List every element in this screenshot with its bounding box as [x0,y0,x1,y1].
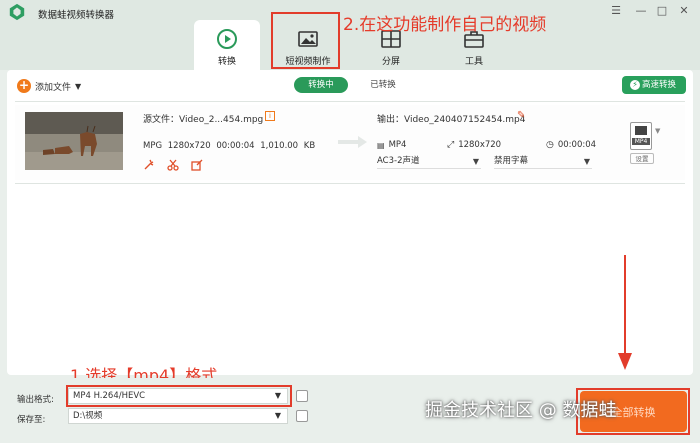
source-resolution: 1280x720 [167,141,211,151]
minimize-icon[interactable]: — [633,4,649,18]
source-size: 1,010.00 KB [260,141,316,151]
arrow-right-icon [338,136,367,148]
bottom-bar: 输出格式: MP4 H.264/HEVC ▼ 保存至: D:\视频 ▼ 全部转换… [0,378,700,443]
add-file-button[interactable]: + 添加文件 ▼ [17,78,81,94]
settings-button[interactable]: 设置 [630,153,654,164]
subtitle-select[interactable]: 禁用字幕 ▼ [494,155,592,169]
chevron-down-icon[interactable]: ▼ [75,82,81,91]
tab-convert[interactable]: 转换 [194,20,260,70]
lightning-icon: ⚡ [630,80,640,90]
film-icon: ▤ [377,140,385,150]
plus-icon: + [17,78,31,93]
output-resolution: ⤢ 1280x720 [447,140,501,150]
tab-converted[interactable]: 已转换 [363,77,403,93]
tab-split-screen-label: 分屏 [381,57,400,67]
magic-wand-icon[interactable] [143,159,155,171]
subtitle-value: 禁用字幕 [494,156,529,166]
scissors-icon[interactable] [167,159,179,171]
tab-tools-label: 工具 [464,57,483,67]
source-file-name: 源文件：Video_2...454.mpg [143,115,264,125]
save-to-label: 保存至: [17,415,46,425]
output-format: ▤ MP4 [377,140,406,150]
format-settings-icon[interactable] [296,390,308,402]
info-icon[interactable]: i [265,111,275,121]
tab-convert-label: 转换 [217,57,236,67]
format-badge: MP4 [632,138,650,145]
divider [15,183,685,184]
app-title: 数据蛙视频转换器 [38,10,115,21]
output-format-value: MP4 [388,140,407,150]
watermark: 掘金技术社区 @ 数据蛙 [425,400,617,421]
output-format-label: 输出格式: [17,395,54,405]
add-file-label: 添加文件 [35,82,72,93]
chevron-down-icon: ▼ [583,157,590,166]
audio-track-value: AC3-2声道 [377,156,420,166]
source-meta: MPG 1280x720 00:00:04 1,010.00 KB [143,141,315,151]
app-logo-icon [9,3,25,21]
chevron-down-icon: ▼ [274,411,281,420]
output-format-icon[interactable]: MP4 [630,122,652,150]
annotation-step2: 2.在这功能制作自己的视频 [343,15,547,35]
edit-tools [143,159,203,171]
main-panel: + 添加文件 ▼ 转换中 已转换 ⚡ 高速转换 源文件：Video_2...454… [7,70,693,375]
save-to-select[interactable]: D:\视频 ▼ [68,408,288,424]
output-resolution-value: 1280x720 [458,140,502,150]
folder-icon[interactable] [296,410,308,422]
file-row: 源文件：Video_2...454.mpg i MPG 1280x720 00:… [15,105,685,180]
chevron-down-icon: ▼ [472,157,479,166]
resize-icon: ⤢ [447,140,455,150]
close-icon[interactable]: ✕ [676,4,692,18]
title-bar: 数据蛙视频转换器 ☰ — □ ✕ 转换 短视频制作 分屏 工具 2.在这功能制作… [0,0,700,70]
source-format: MPG [143,141,163,151]
save-to-value: D:\视频 [73,411,103,421]
fast-convert-label: 高速转换 [642,80,677,90]
video-thumbnail[interactable] [25,112,123,170]
pencil-icon[interactable]: ✎ [517,110,525,121]
output-file-name: 输出：Video_240407152454.mp4 [377,115,526,125]
source-duration: 00:00:04 [216,141,255,151]
convert-icon [217,29,237,49]
audio-track-select[interactable]: AC3-2声道 ▼ [377,155,481,169]
fast-convert-button[interactable]: ⚡ 高速转换 [622,76,686,94]
clock-icon: ◷ [546,140,554,150]
highlight-output-format [66,385,292,407]
arrow-down-icon [618,255,632,370]
tab-converting[interactable]: 转换中 [294,77,348,93]
output-duration: ◷ 00:00:04 [546,140,596,150]
output-duration-value: 00:00:04 [557,140,597,150]
divider [15,101,685,102]
highlight-short-video-tab [271,12,340,69]
chevron-down-icon[interactable]: ▼ [655,127,660,135]
menu-icon[interactable]: ☰ [608,4,624,18]
maximize-icon[interactable]: □ [654,4,670,18]
edit-effects-icon[interactable] [191,159,203,171]
